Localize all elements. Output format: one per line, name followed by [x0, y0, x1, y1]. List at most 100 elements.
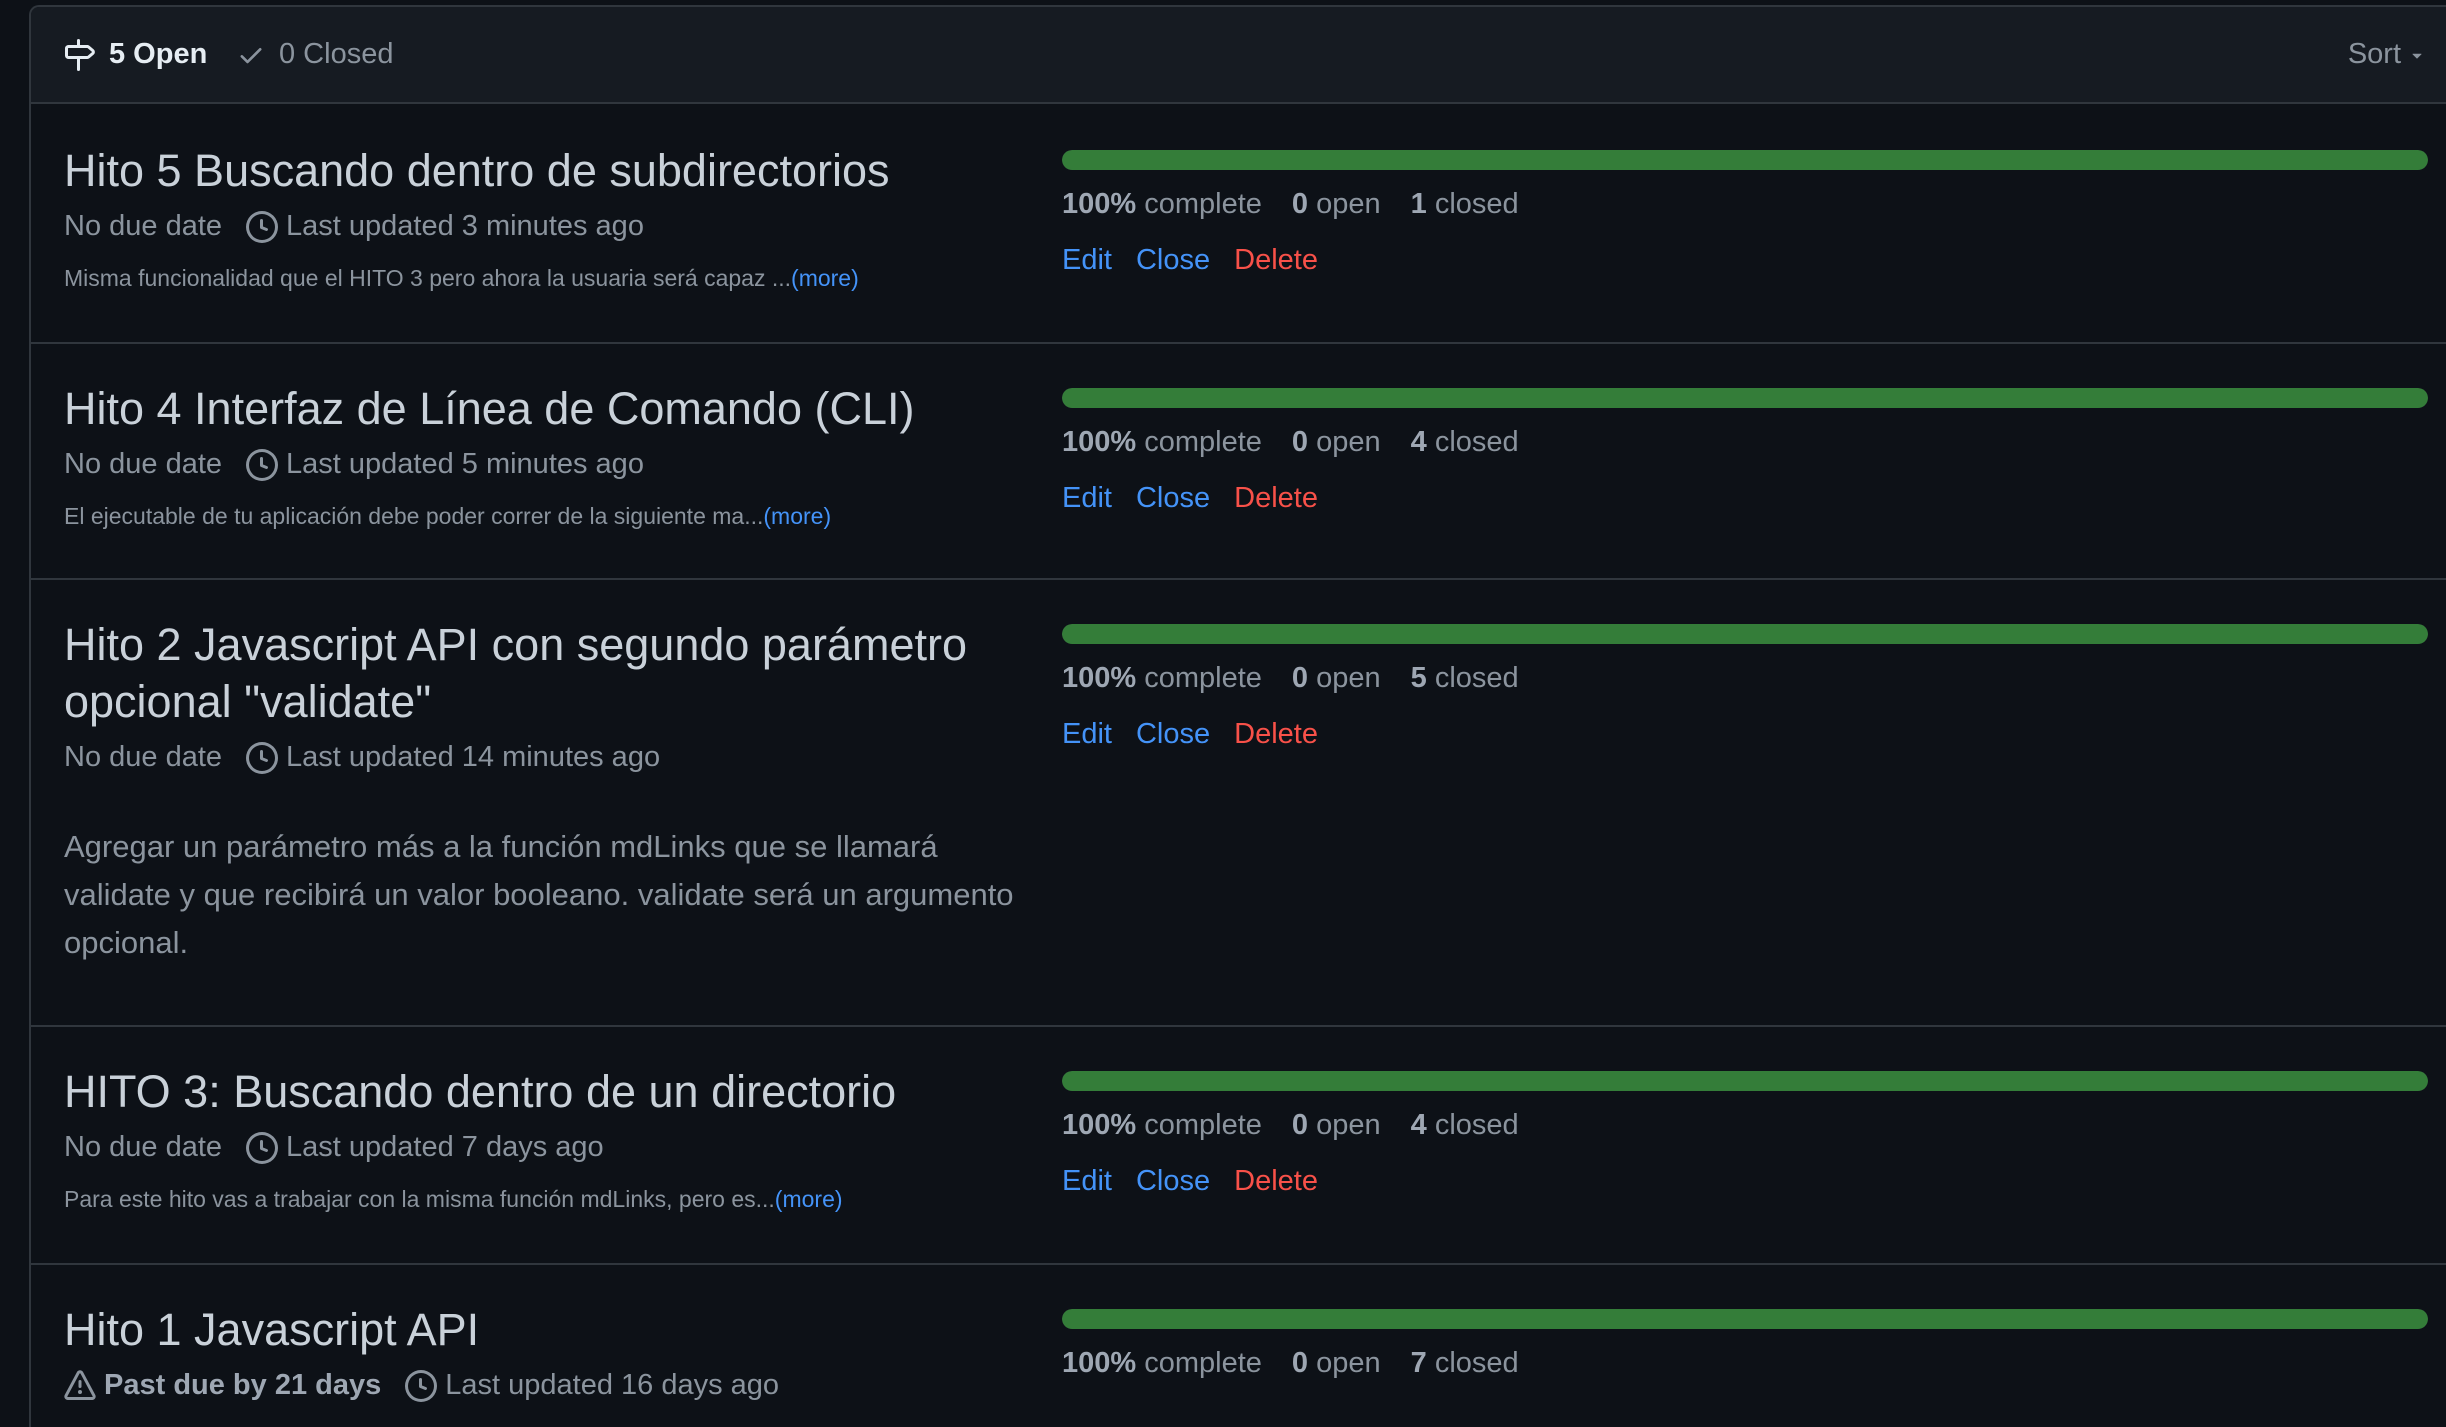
- open-label: open: [1316, 188, 1381, 220]
- closed-count-label: 0 Closed: [279, 38, 394, 70]
- milestone-stats: 100% complete 0 open 4 closed: [1062, 1109, 1549, 1142]
- last-updated: Last updated 7 days ago: [286, 1131, 604, 1163]
- milestone-title[interactable]: Hito 1 Javascript API: [64, 1301, 1044, 1358]
- open-count: 0: [1291, 662, 1309, 694]
- closed-count: 5: [1410, 662, 1427, 694]
- progress-bar: [1062, 624, 2428, 644]
- due-date: No due date: [64, 741, 223, 773]
- milestone-meta: No due date Last updated 5 minutes ago: [64, 448, 644, 481]
- milestone-description: Para este hito vas a trabajar con la mis…: [64, 1186, 843, 1213]
- progress-fill: [1062, 1071, 2428, 1091]
- clock-icon: [246, 1131, 279, 1164]
- progress-bar: [1062, 1071, 2428, 1091]
- closed-count: 4: [1410, 426, 1427, 458]
- milestone-meta: Past due by 21 days Last updated 16 days…: [64, 1369, 779, 1402]
- edit-link[interactable]: Edit: [1062, 244, 1112, 277]
- open-count: 0: [1291, 1109, 1309, 1141]
- complete-label: complete: [1144, 1109, 1262, 1141]
- milestones-header: 5 Open 0 Closed Sort: [31, 7, 2446, 104]
- last-updated: Last updated 16 days ago: [445, 1369, 780, 1401]
- delete-link[interactable]: Delete: [1234, 244, 1318, 277]
- complete-percent: 100%: [1062, 1109, 1137, 1141]
- more-link[interactable]: (more): [775, 1186, 843, 1212]
- milestone-stats: 100% complete 0 open 4 closed: [1062, 426, 1549, 459]
- last-updated: Last updated 14 minutes ago: [286, 741, 661, 773]
- description-text: El ejecutable de tu aplicación debe pode…: [64, 503, 764, 529]
- complete-label: complete: [1144, 426, 1262, 458]
- closed-label: closed: [1434, 1109, 1519, 1141]
- closed-label: closed: [1434, 188, 1519, 220]
- clock-icon: [246, 741, 279, 774]
- closed-count: 4: [1410, 1109, 1427, 1141]
- milestone-description: Agregar un parámetro más a la función md…: [64, 829, 1014, 960]
- milestone-meta: No due date Last updated 3 minutes ago: [64, 210, 644, 243]
- more-link[interactable]: (more): [791, 265, 859, 291]
- milestone-item: HITO 3: Buscando dentro de un directorio…: [31, 1025, 2446, 1265]
- caret-down-icon: [2412, 53, 2422, 59]
- progress-fill: [1062, 624, 2428, 644]
- more-link[interactable]: (more): [763, 503, 831, 529]
- clock-icon: [405, 1369, 438, 1402]
- milestone-item: Hito 1 Javascript API Past due by 21 day…: [31, 1263, 2446, 1427]
- closed-count: 7: [1410, 1347, 1427, 1379]
- due-date: Past due by 21 days: [104, 1369, 382, 1401]
- complete-percent: 100%: [1062, 188, 1137, 220]
- closed-count: 1: [1410, 188, 1427, 220]
- edit-link[interactable]: Edit: [1062, 1165, 1112, 1198]
- complete-percent: 100%: [1062, 426, 1137, 458]
- milestone-actions: Edit Close Delete: [1062, 718, 1342, 751]
- close-link[interactable]: Close: [1136, 482, 1210, 515]
- sort-dropdown[interactable]: Sort: [2348, 7, 2427, 102]
- open-label: open: [1316, 426, 1381, 458]
- progress-bar: [1062, 1309, 2428, 1329]
- progress-fill: [1062, 388, 2428, 408]
- milestone-actions: Edit Close Delete: [1062, 1165, 1342, 1198]
- open-milestones-tab[interactable]: 5 Open: [63, 7, 207, 102]
- milestone-item: Hito 4 Interfaz de Línea de Comando (CLI…: [31, 342, 2446, 580]
- open-count-label: 5 Open: [109, 38, 208, 70]
- last-updated: Last updated 5 minutes ago: [286, 448, 644, 480]
- check-icon: [240, 47, 262, 63]
- complete-percent: 100%: [1062, 1347, 1137, 1379]
- milestones-panel: 5 Open 0 Closed Sort Hito 5 Buscando den…: [29, 5, 2446, 1427]
- closed-label: closed: [1434, 426, 1519, 458]
- open-label: open: [1316, 1347, 1381, 1379]
- milestone-description: El ejecutable de tu aplicación debe pode…: [64, 503, 831, 530]
- alert-icon: [64, 1369, 96, 1400]
- milestone-actions: Edit Close Delete: [1062, 482, 1342, 515]
- closed-milestones-tab[interactable]: 0 Closed: [237, 7, 393, 102]
- progress-bar: [1062, 388, 2428, 408]
- due-date: No due date: [64, 210, 223, 242]
- milestone-title[interactable]: Hito 5 Buscando dentro de subdirectorios: [64, 142, 1044, 199]
- edit-link[interactable]: Edit: [1062, 482, 1112, 515]
- open-label: open: [1316, 662, 1381, 694]
- close-link[interactable]: Close: [1136, 718, 1210, 751]
- milestone-title[interactable]: Hito 2 Javascript API con segundo paráme…: [64, 616, 1044, 730]
- complete-label: complete: [1144, 188, 1262, 220]
- delete-link[interactable]: Delete: [1234, 718, 1318, 751]
- close-link[interactable]: Close: [1136, 1165, 1210, 1198]
- edit-link[interactable]: Edit: [1062, 718, 1112, 751]
- due-date: No due date: [64, 448, 223, 480]
- milestone-icon: [65, 38, 95, 71]
- milestone-stats: 100% complete 0 open 7 closed: [1062, 1347, 1549, 1380]
- close-link[interactable]: Close: [1136, 244, 1210, 277]
- milestone-meta: No due date Last updated 7 days ago: [64, 1131, 604, 1164]
- milestone-title[interactable]: HITO 3: Buscando dentro de un directorio: [64, 1063, 1044, 1120]
- closed-label: closed: [1434, 1347, 1519, 1379]
- milestone-title[interactable]: Hito 4 Interfaz de Línea de Comando (CLI…: [64, 380, 1044, 437]
- description-text: Misma funcionalidad que el HITO 3 pero a…: [64, 265, 792, 291]
- milestone-meta: No due date Last updated 14 minutes ago: [64, 741, 660, 774]
- complete-label: complete: [1144, 662, 1262, 694]
- clock-icon: [246, 210, 279, 243]
- delete-link[interactable]: Delete: [1234, 1165, 1318, 1198]
- milestone-description: Misma funcionalidad que el HITO 3 pero a…: [64, 265, 859, 292]
- complete-percent: 100%: [1062, 662, 1137, 694]
- open-count: 0: [1291, 1347, 1309, 1379]
- progress-bar: [1062, 150, 2428, 170]
- sort-label: Sort: [2347, 38, 2401, 70]
- closed-label: closed: [1434, 662, 1519, 694]
- delete-link[interactable]: Delete: [1234, 482, 1318, 515]
- progress-fill: [1062, 150, 2428, 170]
- milestone-item: Hito 2 Javascript API con segundo paráme…: [31, 578, 2446, 1027]
